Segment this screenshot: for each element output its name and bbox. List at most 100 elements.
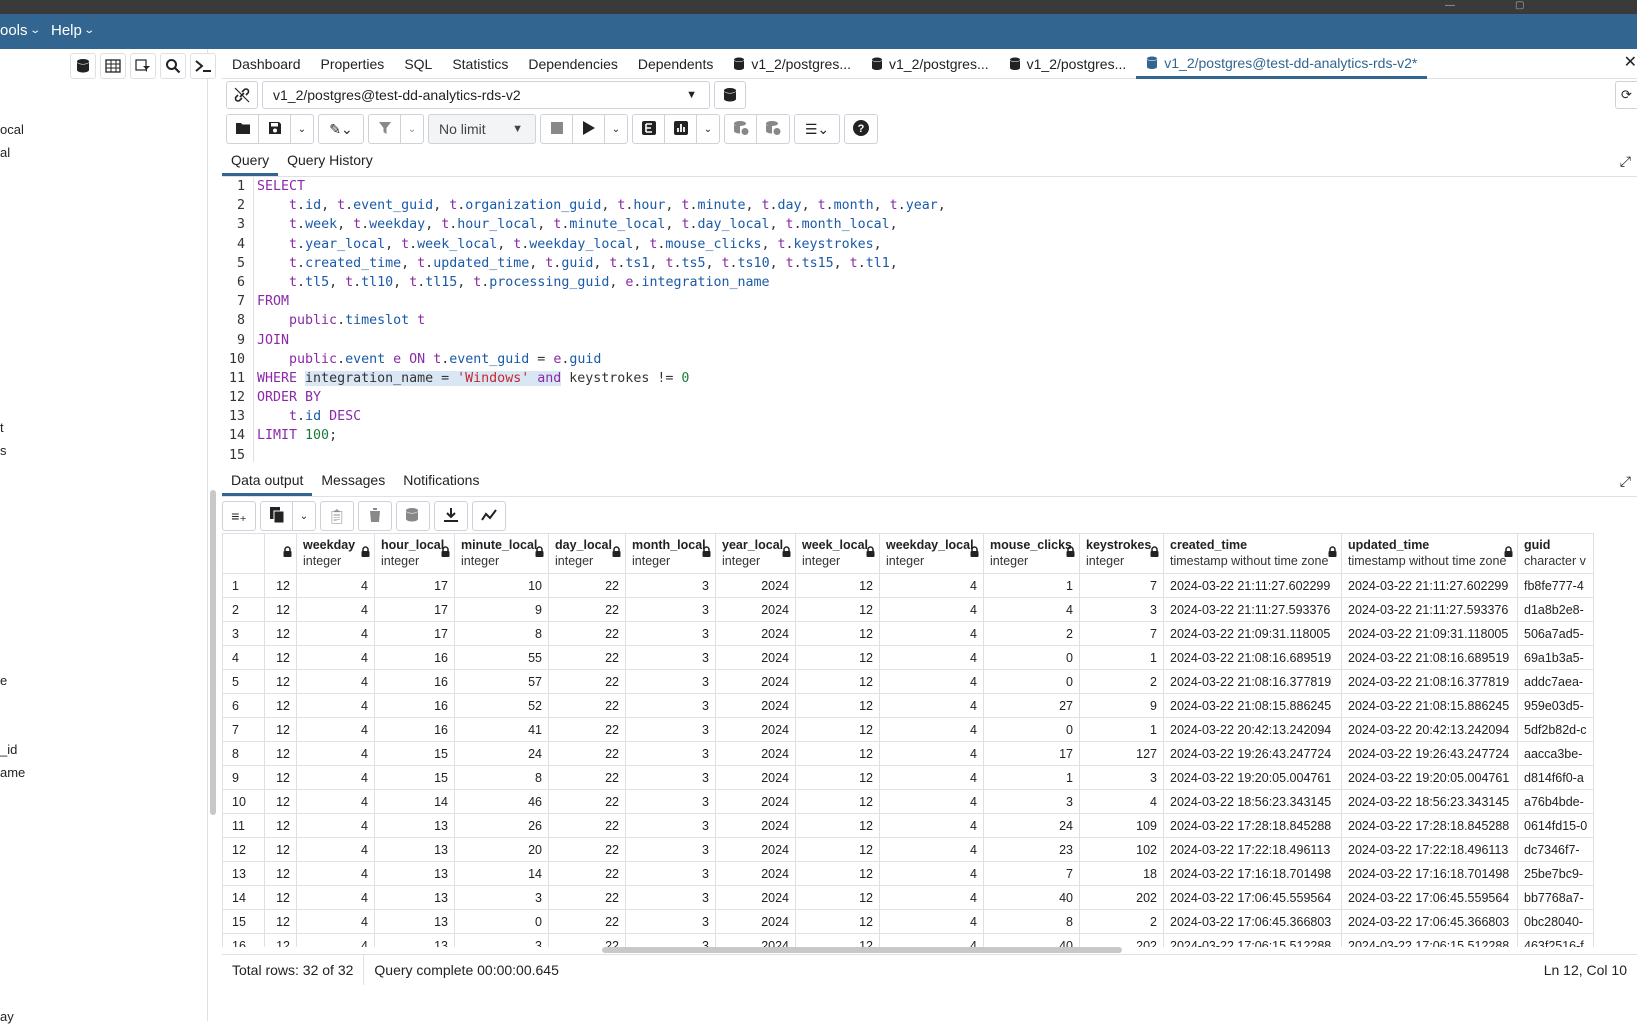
table-cell[interactable]: 2024 <box>715 837 796 862</box>
table-cell[interactable]: 3 <box>625 669 716 694</box>
table-row[interactable]: 9 12 4 15 8 22 3 2024 12 4 1 3 2024-03-22 19:20:05.0… <box>222 765 1595 790</box>
table-cell[interactable]: 40 <box>983 885 1080 910</box>
table-row[interactable]: 8 12 4 15 24 22 3 2024 12 4 17 127 2024-03-22 19:26:… <box>222 741 1595 766</box>
table-cell[interactable]: 12 <box>264 573 297 598</box>
table-cell[interactable]: 12 <box>795 885 880 910</box>
table-cell[interactable]: 2024 <box>715 669 796 694</box>
table-cell[interactable]: 4 <box>983 597 1080 622</box>
table-cell[interactable]: 4 <box>296 909 375 934</box>
table-cell[interactable]: 2024 <box>715 885 796 910</box>
sql-editor[interactable]: 1 2 3 4 5 6 7 8 9 10 11 12 13 14 15 SELECT t.id, t.eve… <box>222 177 1637 463</box>
table-cell[interactable]: 4 <box>879 861 984 886</box>
table-cell[interactable]: 12 <box>264 669 297 694</box>
table-cell[interactable]: 2 <box>1079 909 1164 934</box>
table-cell[interactable]: 2024-03-22 21:09:31.118005 <box>1341 621 1518 646</box>
column-header[interactable]: created_time timestamp without time zone <box>1163 533 1342 574</box>
column-header[interactable]: keystrokes integer <box>1079 533 1164 574</box>
table-cell[interactable]: 14 <box>454 861 549 886</box>
table-cell[interactable]: 4 <box>879 669 984 694</box>
column-header[interactable]: month_local integer <box>625 533 716 574</box>
column-header[interactable]: weekday_local integer <box>879 533 984 574</box>
column-header[interactable]: mouse_clicks integer <box>983 533 1080 574</box>
table-cell[interactable]: 4 <box>879 933 984 947</box>
table-cell[interactable]: 2024-03-22 17:28:18.845288 <box>1163 813 1342 838</box>
filter-button[interactable] <box>369 115 401 143</box>
table-cell[interactable]: 2024 <box>715 933 796 947</box>
table-cell[interactable]: 463f2516-f <box>1516 933 1595 947</box>
table-cell[interactable]: 13 <box>374 909 455 934</box>
table-cell[interactable]: 7 <box>1079 573 1164 598</box>
table-cell[interactable]: 102 <box>1079 837 1164 862</box>
table-cell[interactable]: 0614fd15-0 <box>1516 813 1595 838</box>
refresh-button[interactable]: ⟳ <box>1615 81 1637 109</box>
table-cell[interactable]: 2024-03-22 18:56:23.343145 <box>1341 789 1518 814</box>
table-cell[interactable]: 1 <box>1079 645 1164 670</box>
table-cell[interactable]: 12 <box>264 909 297 934</box>
table-cell[interactable]: 12 <box>264 597 297 622</box>
table-cell[interactable]: 12 <box>795 933 880 947</box>
table-cell[interactable]: 17 <box>374 621 455 646</box>
table-cell[interactable]: aacca3be- <box>1516 741 1595 766</box>
table-cell[interactable]: 0 <box>983 717 1080 742</box>
table-cell[interactable]: 4 <box>879 645 984 670</box>
table-row[interactable]: 16 12 4 13 3 22 3 2024 12 4 40 202 2024-03-22 17:06:… <box>222 933 1595 947</box>
table-cell[interactable]: 22 <box>548 933 626 947</box>
table-cell[interactable]: 13 <box>374 837 455 862</box>
table-cell[interactable]: 10 <box>454 573 549 598</box>
table-row[interactable]: 7 12 4 16 41 22 3 2024 12 4 0 1 2024-03-22 20:42:13.… <box>222 717 1595 742</box>
table-cell[interactable]: 3 <box>625 909 716 934</box>
table-cell[interactable]: 2024 <box>715 741 796 766</box>
menu-tools[interactable]: ools ⌄ <box>0 22 41 39</box>
table-cell[interactable]: 3 <box>1079 597 1164 622</box>
table-cell[interactable]: 55 <box>454 645 549 670</box>
table-cell[interactable]: 13 <box>374 885 455 910</box>
table-cell[interactable]: 3 <box>625 645 716 670</box>
delete-button[interactable] <box>359 502 391 530</box>
table-cell[interactable]: 2024-03-22 17:06:45.366803 <box>1341 909 1518 934</box>
table-cell[interactable]: 25be7bc9- <box>1516 861 1595 886</box>
table-cell[interactable]: 4 <box>879 813 984 838</box>
table-row[interactable]: 10 12 4 14 46 22 3 2024 12 4 3 4 2024-03-22 18:56:23… <box>222 789 1595 814</box>
table-row[interactable]: 1 12 4 17 10 22 3 2024 12 4 1 7 2024-03-22 21:11:27.… <box>222 573 1595 598</box>
table-cell[interactable]: 57 <box>454 669 549 694</box>
tab-query-history[interactable]: Query History <box>278 149 382 176</box>
table-cell[interactable]: 16 <box>374 717 455 742</box>
table-cell[interactable]: 2024-03-22 21:08:16.377819 <box>1163 669 1342 694</box>
table-cell[interactable]: 2024 <box>715 717 796 742</box>
explain-analyze-button[interactable] <box>665 115 697 143</box>
tab-query-tool-9[interactable]: v1_2/postgres@test-dd-analytics-rds-v2* <box>1136 49 1428 79</box>
query-tool-button[interactable] <box>70 53 96 79</box>
table-cell[interactable]: 13 <box>374 933 455 947</box>
table-row[interactable]: 15 12 4 13 0 22 3 2024 12 4 8 2 2024-03-22 17:06:45.… <box>222 909 1595 934</box>
table-cell[interactable]: d814f6f0-a <box>1516 765 1595 790</box>
table-row[interactable]: 12 12 4 13 20 22 3 2024 12 4 23 102 2024-03-22 17:22… <box>222 837 1595 862</box>
table-cell[interactable]: 4 <box>296 837 375 862</box>
table-cell[interactable]: 2024 <box>715 597 796 622</box>
execute-button[interactable] <box>573 115 605 143</box>
table-cell[interactable]: 4 <box>879 621 984 646</box>
table-cell[interactable]: 16 <box>374 645 455 670</box>
table-cell[interactable]: 27 <box>983 693 1080 718</box>
column-header[interactable]: year_local integer <box>715 533 796 574</box>
table-cell[interactable]: 3 <box>625 573 716 598</box>
table-cell[interactable]: 4 <box>296 573 375 598</box>
table-cell[interactable]: 12 <box>264 789 297 814</box>
tree-item[interactable]: ocal <box>0 122 24 137</box>
table-cell[interactable]: 4 <box>879 909 984 934</box>
tab-query-tool-7[interactable]: v1_2/postgres... <box>861 49 999 79</box>
table-cell[interactable]: 46 <box>454 789 549 814</box>
table-cell[interactable]: 9 <box>454 597 549 622</box>
table-cell[interactable]: 2024-03-22 17:16:18.701498 <box>1341 861 1518 886</box>
table-cell[interactable]: 3 <box>625 621 716 646</box>
table-cell[interactable]: 2024-03-22 19:26:43.247724 <box>1163 741 1342 766</box>
table-cell[interactable]: 26 <box>454 813 549 838</box>
table-cell[interactable]: 2 <box>1079 669 1164 694</box>
column-header[interactable]: updated_time timestamp without time zone <box>1341 533 1518 574</box>
table-cell[interactable]: 2024-03-22 17:06:45.559564 <box>1341 885 1518 910</box>
table-cell[interactable]: 3 <box>625 597 716 622</box>
filter-options-button[interactable]: ⌄ <box>401 115 423 143</box>
column-header[interactable]: weekday integer <box>296 533 375 574</box>
table-cell[interactable]: 69a1b3a5- <box>1516 645 1595 670</box>
table-cell[interactable]: 3 <box>625 765 716 790</box>
save-button[interactable] <box>259 115 291 143</box>
